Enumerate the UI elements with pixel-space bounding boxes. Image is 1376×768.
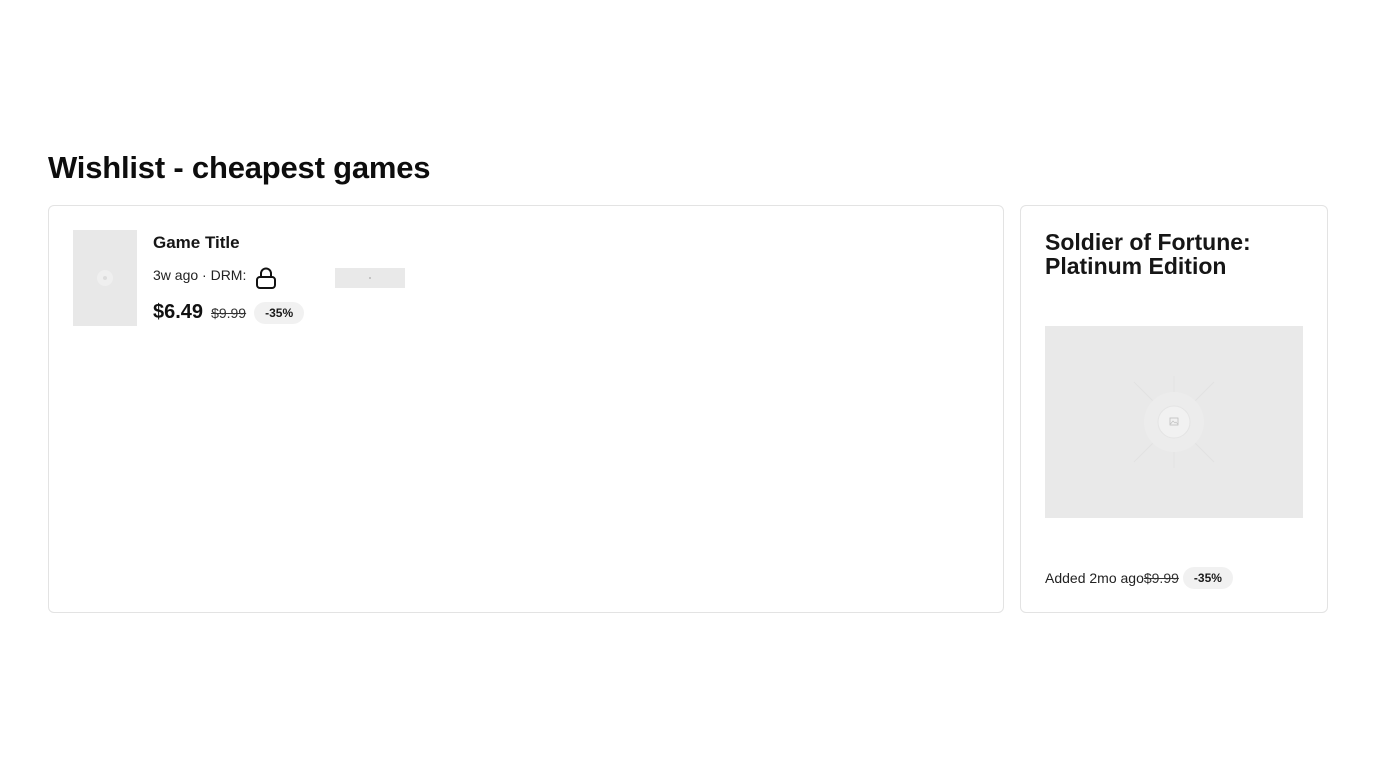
wishlist-page: Wishlist - cheapest games Game Title 3w …	[0, 0, 1376, 768]
lock-icon	[256, 267, 276, 289]
featured-game-image[interactable]	[1045, 326, 1303, 518]
page-title: Wishlist - cheapest games	[48, 150, 431, 185]
drm-placeholder-dot	[369, 277, 371, 279]
game-thumbnail[interactable]	[73, 230, 137, 326]
featured-game-title[interactable]: Soldier of Fortune: Platinum Edition	[1045, 230, 1305, 278]
thumbnail-placeholder-dot	[103, 276, 107, 280]
game-list-card: Game Title 3w ago · DRM: $6.49 $9.99 -35…	[48, 205, 1004, 613]
original-price: $9.99	[211, 304, 247, 321]
current-price: $6.49	[153, 301, 204, 323]
featured-original-price: $9.99	[1143, 570, 1179, 586]
featured-discount-badge: -35%	[1182, 567, 1233, 589]
added-date: Added 2mo ago	[1045, 570, 1144, 586]
discount-badge: -35%	[254, 301, 305, 324]
drm-logo-placeholder	[335, 268, 405, 288]
price-row: $6.49 $9.99 -35%	[153, 301, 305, 324]
image-placeholder-icon	[1133, 376, 1215, 468]
featured-footer: Added 2mo ago $9.99 -35%	[1045, 567, 1233, 589]
game-title[interactable]: Game Title	[153, 233, 240, 253]
game-meta: 3w ago · DRM:	[153, 267, 247, 283]
featured-game-card[interactable]: Soldier of Fortune: Platinum Edition Add…	[1020, 205, 1328, 613]
